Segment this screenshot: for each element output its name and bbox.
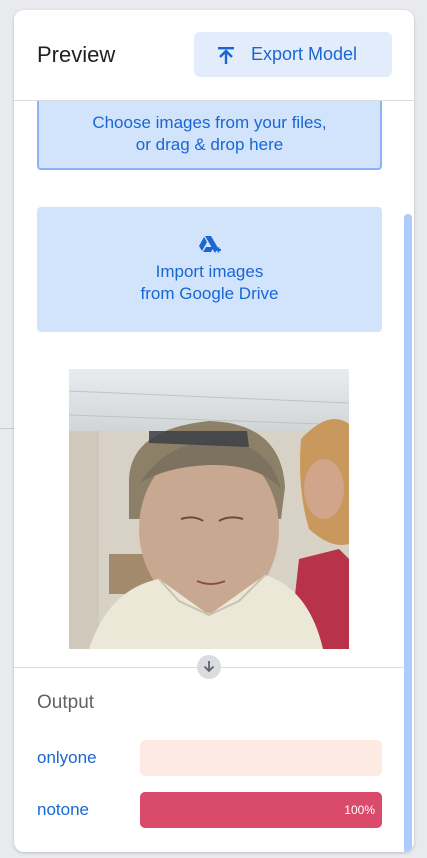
upload-text-line1: Choose images from your files, [92, 113, 327, 132]
drive-text-line2: from Google Drive [140, 283, 279, 303]
preview-panel: Preview Export Model Choose images from … [14, 10, 414, 852]
preview-scroll-area[interactable]: Choose images from your files, or drag &… [14, 101, 414, 668]
drive-text-line1: Import images [155, 261, 264, 281]
preview-header: Preview Export Model [14, 10, 414, 101]
google-drive-add-icon [198, 235, 222, 257]
file-upload-dropzone[interactable]: Choose images from your files, or drag &… [37, 101, 382, 170]
page-title: Preview [37, 42, 116, 67]
arrow-down-icon [202, 660, 216, 674]
confidence-bar-notone: 100% [140, 792, 382, 828]
scrollbar-thumb[interactable] [404, 214, 412, 852]
webcam-preview-image [69, 369, 349, 649]
output-title: Output [37, 692, 95, 713]
upload-icon [215, 44, 237, 66]
confidence-percent-notone: 100% [344, 803, 375, 817]
upload-text-line2: or drag & drop here [135, 135, 284, 154]
confidence-bar-onlyone [140, 740, 382, 776]
export-model-label: Export Model [251, 44, 358, 64]
export-model-button[interactable]: Export Model [194, 32, 392, 77]
import-google-drive-button[interactable]: Import images from Google Drive [37, 207, 382, 332]
class-label-onlyone: onlyone [37, 748, 97, 767]
background-divider [0, 428, 14, 429]
scroll-down-button[interactable] [197, 655, 221, 679]
class-label-notone: notone [37, 800, 89, 819]
